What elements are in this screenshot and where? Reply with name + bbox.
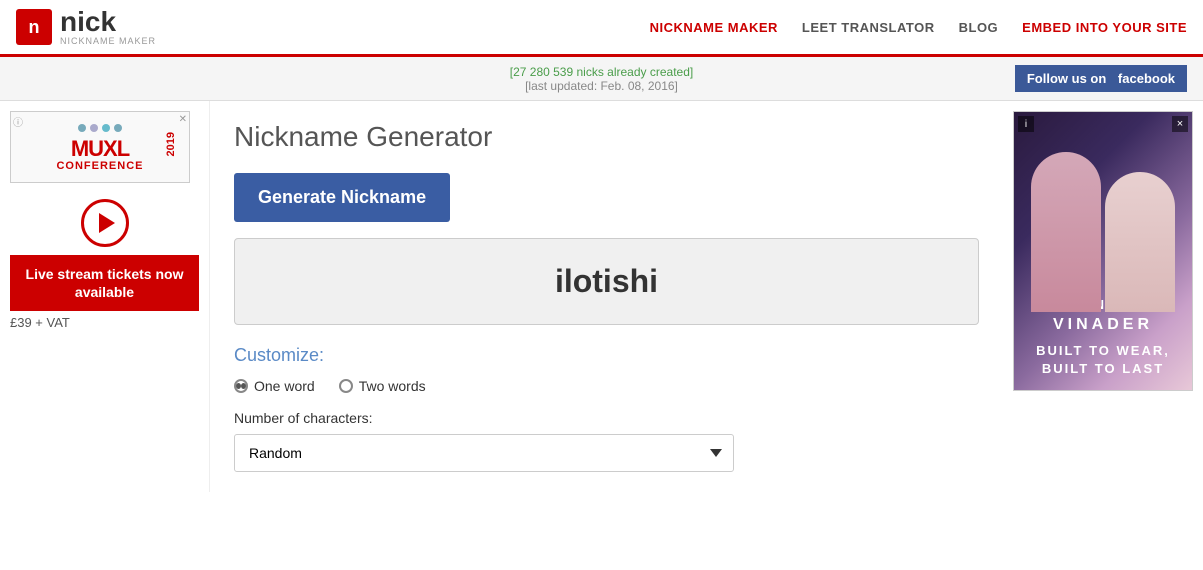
muxl-network-graphic — [21, 122, 179, 134]
nav-leet-translator[interactable]: LEET TRANSLATOR — [802, 20, 935, 35]
main-layout: ⓘ ✕ MUXL CONFERENCE 2019 Live stream tic… — [0, 101, 1203, 492]
live-stream-price: £39 + VAT — [10, 315, 199, 330]
sidebar: ⓘ ✕ MUXL CONFERENCE 2019 Live stream tic… — [0, 101, 210, 492]
word-options: One word Two words — [234, 378, 979, 394]
ad-figure-1 — [1031, 152, 1101, 312]
customize-label: Customize: — [234, 345, 979, 366]
dot-3 — [102, 124, 110, 132]
nav-blog[interactable]: BLOG — [959, 20, 999, 35]
facebook-button[interactable]: Follow us on facebook — [1015, 65, 1187, 92]
dot-2 — [90, 124, 98, 132]
muxl-close-button[interactable]: ✕ — [179, 114, 187, 125]
logo-icon[interactable]: n — [16, 9, 52, 45]
muxl-info-button[interactable]: ⓘ — [13, 114, 23, 129]
ad-close-button[interactable]: × — [1172, 116, 1188, 132]
logo-name: nick — [60, 8, 156, 36]
two-words-option[interactable]: Two words — [339, 378, 426, 394]
ad-figure-2 — [1105, 172, 1175, 312]
two-words-label: Two words — [359, 378, 426, 394]
muxl-logo: MUXL — [21, 138, 179, 160]
chars-select-wrapper: Random Any 3 4 5 6 7 8 9 10 — [234, 434, 734, 472]
nicks-info: [27 280 539 nicks already created] [last… — [510, 65, 693, 93]
sub-header: [27 280 539 nicks already created] [last… — [0, 57, 1203, 101]
header: n nick NICKNAME MAKER NICKNAME MAKER LEE… — [0, 0, 1203, 57]
dot-4 — [114, 124, 122, 132]
facebook-brand: facebook — [1118, 71, 1175, 86]
right-ad-container: i × MONICA VINADER BUILT TO WEAR,BUILT T… — [1013, 111, 1193, 391]
content-area: Nickname Generator Generate Nickname ilo… — [210, 101, 1003, 492]
one-word-radio[interactable] — [234, 379, 248, 393]
page-title: Nickname Generator — [234, 121, 979, 153]
one-word-option[interactable]: One word — [234, 378, 315, 394]
ad-brand-name: VINADER — [1053, 316, 1153, 334]
generate-button[interactable]: Generate Nickname — [234, 173, 450, 222]
ad-tagline: BUILT TO WEAR,BUILT TO LAST — [1036, 342, 1170, 378]
muxl-conference-label: CONFERENCE — [21, 160, 179, 172]
right-ad-area: i × MONICA VINADER BUILT TO WEAR,BUILT T… — [1003, 101, 1203, 492]
two-words-radio[interactable] — [339, 379, 353, 393]
chars-label: Number of characters: — [234, 410, 979, 426]
nav-embed[interactable]: EMBED INTO YOUR SITE — [1022, 20, 1187, 35]
nickname-value: ilotishi — [555, 263, 658, 299]
nicks-updated: [last updated: Feb. 08, 2016] — [510, 79, 693, 93]
chars-select[interactable]: Random Any 3 4 5 6 7 8 9 10 — [234, 434, 734, 472]
ad-info-button[interactable]: i — [1018, 116, 1034, 132]
nicks-count: [27 280 539 nicks already created] — [510, 65, 693, 79]
live-stream-title: Live stream tickets now available — [20, 265, 189, 301]
muxl-year: 2019 — [165, 132, 177, 156]
logo-area: n nick NICKNAME MAKER — [16, 8, 156, 46]
logo-sub: NICKNAME MAKER — [60, 36, 156, 46]
one-word-label: One word — [254, 378, 315, 394]
facebook-label-text: Follow us on — [1027, 71, 1106, 86]
ad-figures — [1014, 132, 1192, 312]
muxl-ad: ⓘ ✕ MUXL CONFERENCE 2019 — [10, 111, 190, 183]
logo-text: nick NICKNAME MAKER — [60, 8, 156, 46]
main-nav: NICKNAME MAKER LEET TRANSLATOR BLOG EMBE… — [650, 20, 1187, 35]
play-triangle-icon — [99, 213, 115, 233]
play-button[interactable] — [81, 199, 129, 247]
dot-1 — [78, 124, 86, 132]
nickname-display: ilotishi — [234, 238, 979, 325]
nav-nickname-maker[interactable]: NICKNAME MAKER — [650, 20, 778, 35]
live-stream-ad[interactable]: Live stream tickets now available — [10, 255, 199, 311]
